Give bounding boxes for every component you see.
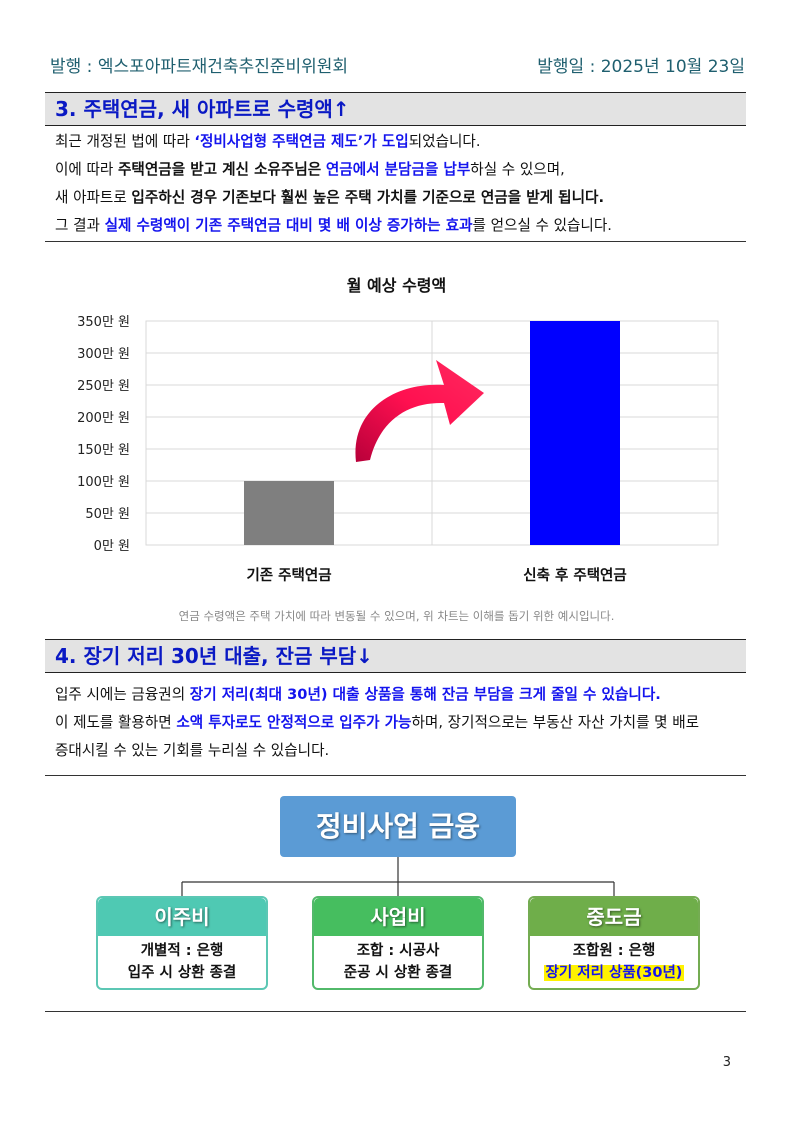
paragraph-line: 입주 시에는 금융권의 장기 저리(최대 30년) 대출 상품을 통해 잔금 부… — [55, 681, 745, 709]
text-span: 이에 따라 — [55, 161, 118, 178]
text-span: 하실 수 있으며, — [470, 161, 565, 178]
node-line: 준공 시 상환 종결 — [343, 965, 453, 981]
diagram-node-project-cost: 사업비 조합 : 시공사 준공 시 상환 종결 — [312, 896, 484, 990]
paragraph-line: 새 아파트로 입주하신 경우 기존보다 훨씬 높은 주택 가치를 기준으로 연금… — [55, 184, 745, 212]
text-span: 새 아파트로 — [55, 189, 132, 206]
emphasis-text: 연금에서 분담금을 납부 — [325, 161, 471, 178]
y-tick-label: 0만 원 — [94, 539, 130, 554]
publisher-label: 발행 : 엑스포아파트재건축추진준비위원회 — [50, 57, 349, 77]
node-line: 조합원 : 은행 — [572, 943, 656, 959]
y-tick-label: 50만 원 — [85, 507, 130, 522]
y-tick-label: 200만 원 — [77, 411, 130, 426]
publish-date: 발행일 : 2025년 10월 23일 — [537, 57, 745, 77]
node-title: 중도금 — [530, 898, 698, 936]
text-span: 증대시킬 수 있는 기회를 누리실 수 있습니다. — [55, 742, 330, 759]
y-tick-label: 350만 원 — [77, 315, 130, 330]
section4-title: 4. 장기 저리 30년 대출, 잔금 부담↓ — [45, 639, 746, 673]
paragraph-line: 그 결과 실제 수령액이 기존 주택연금 대비 몇 배 이상 증가하는 효과를 … — [55, 212, 745, 240]
text-span: 최근 개정된 법에 따라 — [55, 133, 195, 150]
divider — [45, 241, 746, 242]
divider — [45, 775, 746, 776]
node-title: 이주비 — [98, 898, 266, 936]
node-line: 개별적 : 은행 — [140, 943, 224, 959]
x-category-label: 기존 주택연금 — [246, 566, 331, 584]
emphasis-text: ‘정비사업형 주택연금 제도’가 도입 — [194, 133, 409, 150]
diagram-node-relocation: 이주비 개별적 : 은행 입주 시 상환 종결 — [96, 896, 268, 990]
divider — [45, 1011, 746, 1012]
section3-title: 3. 주택연금, 새 아파트로 수령액↑ — [45, 92, 746, 126]
text-span: 를 얻으실 수 있습니다. — [472, 217, 612, 234]
highlighted-node-line: 장기 저리 상품(30년) — [543, 965, 685, 981]
chart-note: 연금 수령액은 주택 가치에 따라 변동될 수 있으며, 위 차트는 이해를 돕… — [178, 609, 615, 623]
paragraph-line: 최근 개정된 법에 따라 ‘정비사업형 주택연금 제도’가 도입되었습니다. — [55, 128, 745, 156]
node-title: 사업비 — [314, 898, 482, 936]
text-span: 되었습니다. — [408, 133, 481, 150]
y-tick-label: 150만 원 — [77, 443, 130, 458]
emphasis-text: 장기 저리(최대 30년) 대출 상품을 통해 잔금 부담을 크게 줄일 수 있… — [189, 686, 661, 703]
section3-paragraph: 최근 개정된 법에 따라 ‘정비사업형 주택연금 제도’가 도입되었습니다. 이에… — [55, 128, 745, 240]
diagram-root-box: 정비사업 금융 — [280, 796, 516, 857]
x-category-label: 신축 후 주택연금 — [523, 566, 626, 584]
text-span: 그 결과 — [55, 217, 105, 234]
bar — [530, 321, 620, 545]
bold-text: 입주하신 경우 기존보다 훨씬 높은 주택 가치를 기준으로 연금을 받게 됩니… — [131, 189, 604, 206]
paragraph-line: 증대시킬 수 있는 기회를 누리실 수 있습니다. — [55, 737, 745, 765]
node-line: 조합 : 시공사 — [356, 943, 440, 959]
text-span: 이 제도를 활용하면 — [55, 714, 177, 731]
y-tick-label: 300만 원 — [77, 347, 130, 362]
diagram-node-interim-payment: 중도금 조합원 : 은행 장기 저리 상품(30년) — [528, 896, 700, 990]
node-line: 입주 시 상환 종결 — [127, 965, 237, 981]
bold-text: 주택연금을 받고 계신 소유주님은 — [117, 161, 322, 178]
text-span: 입주 시에는 금융권의 — [55, 686, 190, 703]
y-tick-label: 100만 원 — [77, 475, 130, 490]
page-number: 3 — [722, 1055, 731, 1070]
emphasis-text: 실제 수령액이 기존 주택연금 대비 몇 배 이상 증가하는 효과 — [104, 217, 473, 234]
section4-paragraph: 입주 시에는 금융권의 장기 저리(최대 30년) 대출 상품을 통해 잔금 부… — [55, 681, 745, 765]
emphasis-text: 소액 투자로도 안정적으로 입주가 가능 — [176, 714, 412, 731]
bar — [244, 481, 334, 545]
y-tick-label: 250만 원 — [77, 379, 130, 394]
text-span: 하며, 장기적으로는 부동산 자산 가치를 몇 배로 — [411, 714, 700, 731]
paragraph-line: 이에 따라 주택연금을 받고 계신 소유주님은 연금에서 분담금을 납부하실 수… — [55, 156, 745, 184]
paragraph-line: 이 제도를 활용하면 소액 투자로도 안정적으로 입주가 가능하며, 장기적으로… — [55, 709, 745, 737]
